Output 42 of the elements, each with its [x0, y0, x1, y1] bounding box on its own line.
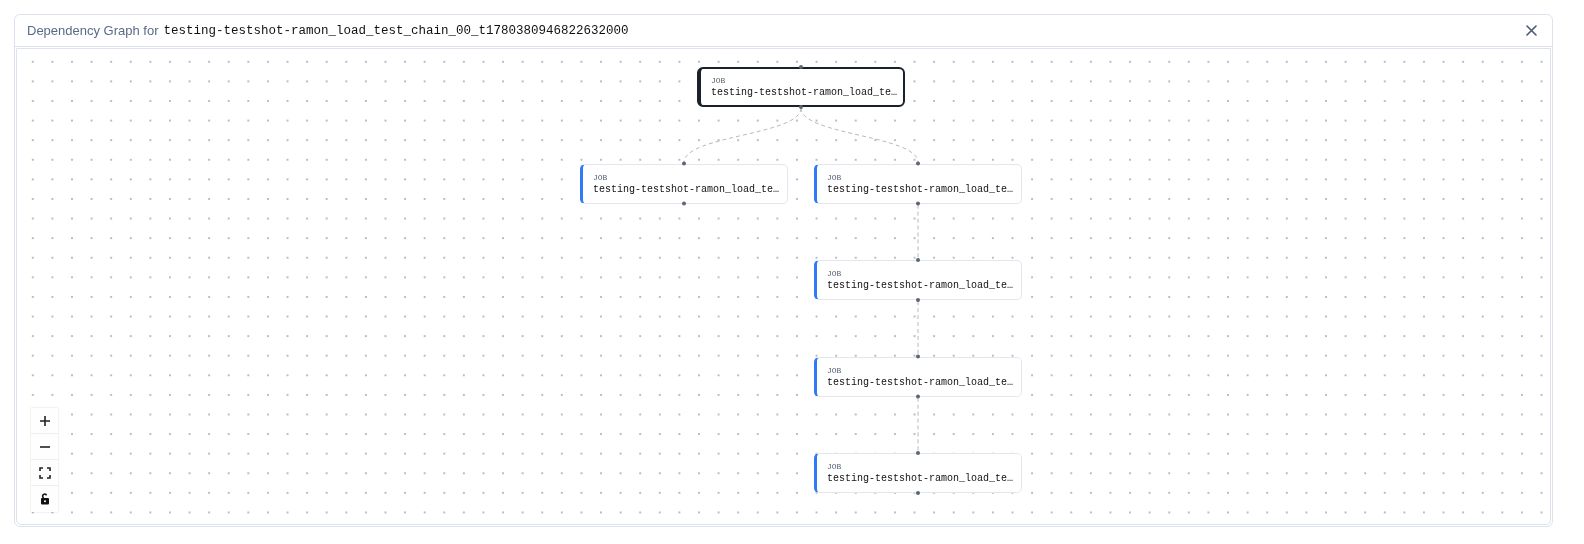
connection-handle[interactable]	[916, 298, 920, 302]
connection-handle[interactable]	[916, 161, 920, 166]
node-name: testing-testshot-ramon_load_te…	[827, 183, 1011, 195]
job-node[interactable]: JOB testing-testshot-ramon_load_te…	[814, 163, 1022, 204]
padlock-icon	[38, 493, 51, 505]
panel-title: Dependency Graph for	[27, 23, 159, 38]
node-type: JOB	[593, 172, 609, 182]
dependency-edge	[917, 204, 919, 260]
zoom-out-button[interactable]	[31, 434, 58, 460]
connection-handle[interactable]	[799, 65, 803, 69]
job-node[interactable]: JOB testing-testshot-ramon_load_te…	[697, 67, 905, 107]
connection-handle[interactable]	[682, 161, 686, 166]
node-name: testing-testshot-ramon_load_te…	[827, 473, 1011, 484]
lock-button[interactable]	[31, 486, 58, 512]
graph-name: testing-testshot-ramon_load_test_chain_00_t1780380946822632000	[163, 23, 629, 38]
connection-handle[interactable]	[916, 354, 920, 359]
node-type: JOB	[711, 76, 727, 85]
job-node[interactable]: JOB testing-testshot-ramon_load_te…	[814, 260, 1022, 300]
zoom-in-button[interactable]	[31, 408, 58, 434]
dependency-edge	[917, 397, 919, 453]
fit-view-icon	[38, 466, 51, 479]
node-type: JOB	[827, 269, 843, 278]
node-name: testing-testshot-ramon_load_te…	[827, 376, 1011, 388]
node-name: testing-testshot-ramon_load_te…	[593, 183, 777, 195]
node-type: JOB	[827, 365, 843, 375]
connection-handle[interactable]	[682, 201, 686, 206]
connection-handle[interactable]	[916, 394, 920, 399]
connection-handle[interactable]	[916, 491, 920, 495]
connection-handle[interactable]	[799, 105, 803, 109]
job-node[interactable]: JOB testing-testshot-ramon_load_te…	[814, 356, 1022, 397]
node-name: testing-testshot-ramon_load_te…	[827, 280, 1011, 291]
job-node[interactable]: JOB testing-testshot-ramon_load_te…	[814, 453, 1022, 493]
node-type: JOB	[827, 172, 843, 182]
node-type: JOB	[827, 462, 843, 471]
close-icon	[1525, 25, 1537, 36]
dependency-edge	[917, 300, 919, 356]
plus-icon	[38, 414, 51, 427]
connection-handle[interactable]	[916, 258, 920, 262]
connection-handle[interactable]	[916, 451, 920, 455]
job-node[interactable]: JOB testing-testshot-ramon_load_te…	[580, 163, 788, 204]
fit-view-button[interactable]	[31, 460, 58, 486]
connection-handle[interactable]	[916, 201, 920, 206]
